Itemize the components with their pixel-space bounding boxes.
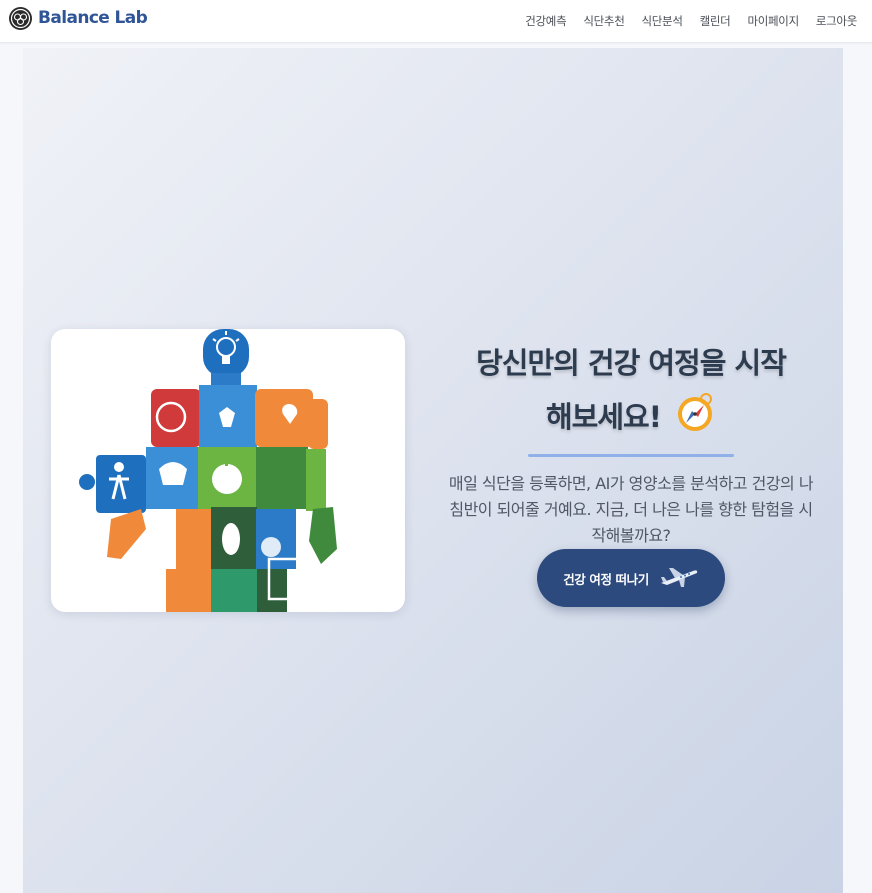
hero-section: 당신만의 건강 여정을 시작 해보세요! 매일 식단을 등록하면, AI가 영양… [23,48,843,893]
hero-description: 매일 식단을 등록하면, AI가 영양소를 분석하고 건강의 나침반이 되어줄 … [448,474,814,545]
brand-name: Balance Lab [38,8,148,28]
nav-menu: 건강예측 식단추천 식단분석 캘린더 마이페이지 로그아웃 [525,10,857,29]
airplane-icon [659,565,699,592]
brain-circles-icon [9,6,32,30]
hero-image-card [51,329,405,612]
nav-item-health-prediction[interactable]: 건강예측 [525,14,566,28]
hero-title: 당신만의 건강 여정을 시작 해보세요! [443,336,819,450]
nav-item-logout[interactable]: 로그아웃 [816,14,857,28]
nav-item-meal-analysis[interactable]: 식단분석 [642,14,683,28]
hero-title-line2: 해보세요! [545,400,662,434]
compass-icon [674,391,716,450]
brand-home-link[interactable]: Balance Lab [9,6,148,30]
nav-item-calendar[interactable]: 캘린더 [700,14,731,28]
start-journey-label: 건강 여정 떠나기 [563,571,649,587]
start-journey-button[interactable]: 건강 여정 떠나기 [537,549,725,607]
top-navbar: Balance Lab 건강예측 식단추천 식단분석 캘린더 마이페이지 로그아… [0,0,872,43]
hero-text-block: 당신만의 건강 여정을 시작 해보세요! 매일 식단을 등록하면, AI가 영양… [443,336,819,549]
hero-title-line1: 당신만의 건강 여정을 시작 [476,346,787,380]
title-underline [528,454,734,457]
health-puzzle-body-illustration [79,329,337,612]
nav-item-my-page[interactable]: 마이페이지 [747,14,799,28]
nav-item-meal-recommendation[interactable]: 식단추천 [583,14,624,28]
